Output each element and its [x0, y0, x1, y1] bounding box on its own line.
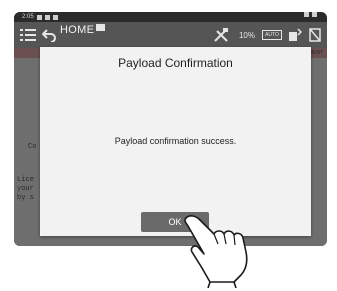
bg-text-co: Co — [28, 143, 37, 151]
battery-percent: 10% — [238, 30, 255, 40]
upload-icon[interactable] — [286, 22, 304, 48]
pointing-hand-icon — [184, 215, 248, 288]
menu-icon[interactable] — [18, 22, 38, 48]
wifi-icon — [304, 12, 309, 17]
status-time: 2:05 — [22, 14, 34, 20]
bg-text-your: your — [17, 185, 34, 193]
dropdown-icon — [96, 24, 106, 31]
battery-icon — [312, 12, 317, 17]
bg-text-bys: by s — [17, 194, 34, 202]
auto-label: AUTO — [262, 30, 282, 40]
home-dropdown[interactable]: HOME — [60, 22, 120, 50]
image-icon — [44, 14, 50, 20]
bg-text-lice: Lice — [17, 176, 34, 184]
dialog-title: Payload Confirmation — [118, 56, 233, 70]
payload-confirmation-dialog: Payload Confirmation Payload confirmatio… — [40, 47, 311, 236]
dialog-message: Payload confirmation success. — [114, 136, 237, 146]
tools-icon[interactable] — [211, 22, 231, 48]
toolbar: HOME 10% AUTO — [14, 22, 327, 48]
notification-icon — [36, 14, 42, 20]
save-icon — [52, 14, 58, 20]
auto-icon[interactable]: AUTO — [262, 22, 282, 48]
back-icon[interactable] — [40, 22, 58, 48]
status-bar: 2:05 — [14, 12, 327, 22]
home-label: HOME — [60, 24, 95, 36]
no-signal-icon[interactable] — [306, 22, 324, 48]
